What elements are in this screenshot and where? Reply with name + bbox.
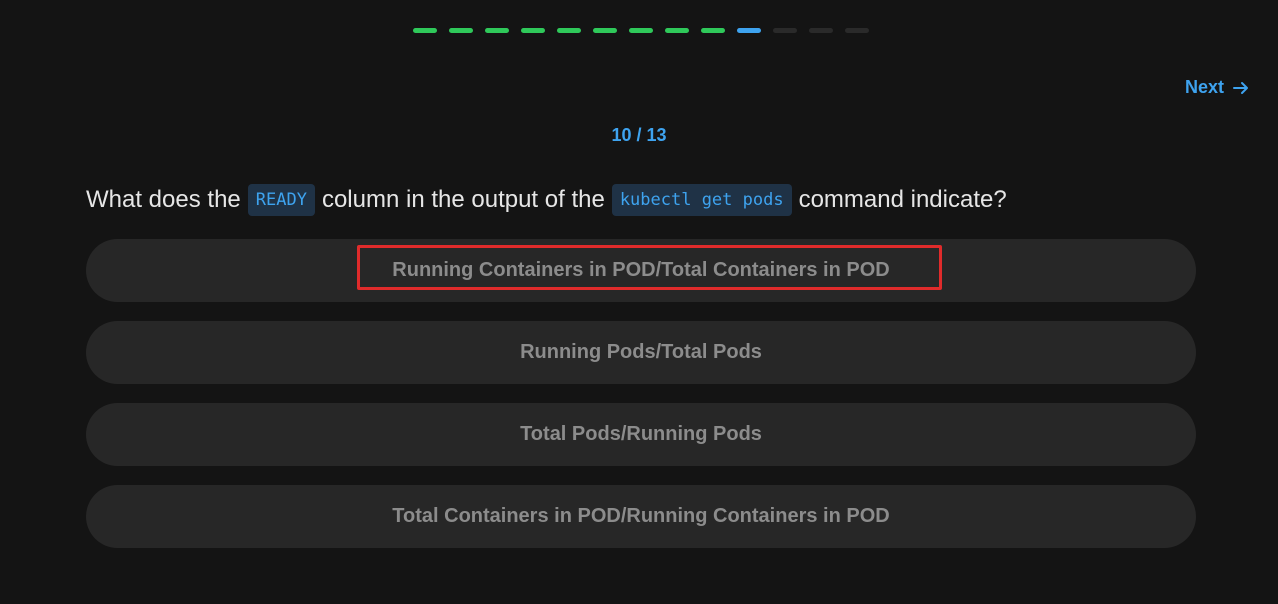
progress-segment-10 <box>737 28 761 33</box>
question-counter: 10 / 13 <box>611 125 667 145</box>
code-kubectl-get-pods: kubectl get pods <box>611 184 792 216</box>
option-4[interactable]: Total Containers in POD/Running Containe… <box>86 485 1196 548</box>
progress-segment-11 <box>773 28 797 33</box>
progress-segment-4 <box>521 28 545 33</box>
question-part-1: What does the <box>86 186 241 213</box>
progress-segment-3 <box>485 28 509 33</box>
next-button[interactable]: Next <box>1185 77 1250 98</box>
option-label: Total Containers in POD/Running Containe… <box>392 505 890 527</box>
question-text: What does the READY column in the output… <box>86 184 1196 216</box>
next-label: Next <box>1185 77 1225 97</box>
answer-options: Running Containers in POD/Total Containe… <box>86 239 1196 567</box>
progress-segment-6 <box>593 28 617 33</box>
progress-segment-1 <box>413 28 437 33</box>
progress-segment-2 <box>449 28 473 33</box>
question-part-3: command indicate? <box>798 186 1007 213</box>
code-ready: READY <box>247 184 315 216</box>
progress-segment-8 <box>665 28 689 33</box>
question-part-2: column in the output of the <box>321 186 605 213</box>
option-1[interactable]: Running Containers in POD/Total Containe… <box>86 239 1196 302</box>
option-label: Running Pods/Total Pods <box>520 341 762 363</box>
progress-segment-9 <box>701 28 725 33</box>
progress-bar <box>413 28 869 33</box>
option-2[interactable]: Running Pods/Total Pods <box>86 321 1196 384</box>
arrow-right-icon <box>1232 79 1250 97</box>
option-label: Total Pods/Running Pods <box>520 423 762 445</box>
progress-segment-13 <box>845 28 869 33</box>
progress-segment-5 <box>557 28 581 33</box>
option-3[interactable]: Total Pods/Running Pods <box>86 403 1196 466</box>
progress-segment-7 <box>629 28 653 33</box>
progress-segment-12 <box>809 28 833 33</box>
option-label: Running Containers in POD/Total Containe… <box>392 259 890 281</box>
